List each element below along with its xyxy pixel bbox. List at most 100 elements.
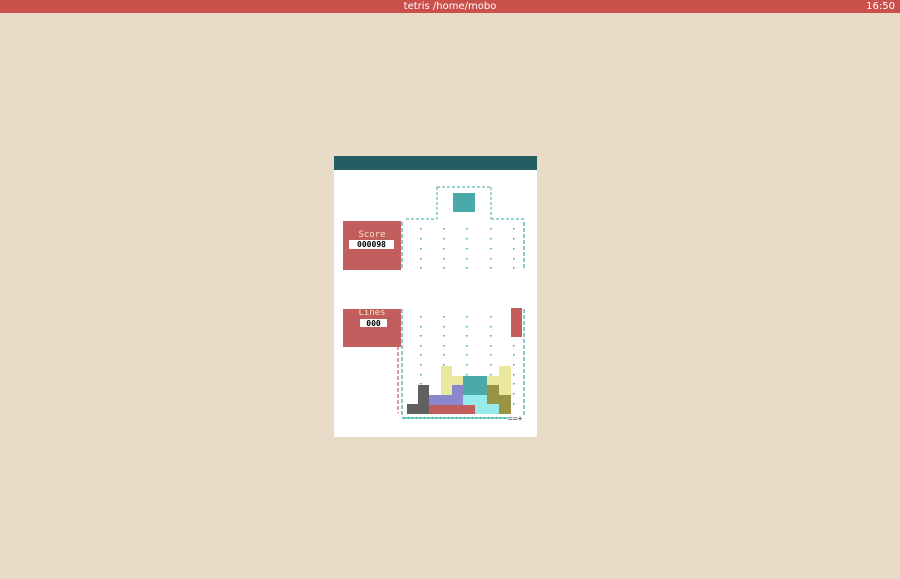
grid-dot <box>466 316 468 318</box>
grid-dot <box>490 364 492 366</box>
grid-dot <box>490 267 492 269</box>
grid-dot <box>490 228 492 230</box>
grid-dot <box>420 238 422 240</box>
grid-dot <box>420 326 422 328</box>
floor-dot <box>424 417 426 419</box>
floor-dot <box>452 417 454 419</box>
grid-dot <box>513 393 515 395</box>
grid-dot <box>443 364 445 366</box>
grid-dot <box>466 374 468 376</box>
olive-block <box>499 395 511 414</box>
floor-dot <box>460 417 462 419</box>
floor-dot <box>480 417 482 419</box>
floor-dot <box>472 417 474 419</box>
floor-dot <box>436 417 438 419</box>
floor-dot <box>504 417 506 419</box>
board-corner-mark: ==+ <box>508 414 523 423</box>
floor-dot <box>488 417 490 419</box>
purple-block <box>452 385 463 395</box>
grid-dot <box>420 316 422 318</box>
grid-dot <box>443 248 445 250</box>
grid-dot <box>513 345 515 347</box>
floor-dot <box>416 417 418 419</box>
grid-dot <box>420 267 422 269</box>
grid-dot <box>513 354 515 356</box>
floor-dot <box>428 417 430 419</box>
falling-piece <box>511 308 522 337</box>
grid-dot <box>420 354 422 356</box>
grid-dot <box>513 267 515 269</box>
red-block <box>429 405 475 414</box>
grid-dot <box>466 345 468 347</box>
teal-block <box>463 376 487 395</box>
grid-dot <box>490 248 492 250</box>
clock: 16:50 <box>866 1 895 12</box>
grid-dot <box>490 238 492 240</box>
cyan-block <box>463 395 475 405</box>
grid-dot <box>490 335 492 337</box>
grid-dot <box>466 228 468 230</box>
grid-dot <box>443 354 445 356</box>
grid-dot <box>466 238 468 240</box>
grid-dot <box>466 326 468 328</box>
grid-dot <box>466 335 468 337</box>
yellow-block <box>487 376 499 385</box>
grid-dot <box>466 267 468 269</box>
grid-dot <box>420 383 422 385</box>
floor-dot <box>468 417 470 419</box>
grid-dot <box>420 345 422 347</box>
floor-dot <box>456 417 458 419</box>
grid-dot <box>443 335 445 337</box>
floor-dot <box>500 417 502 419</box>
grid-dot <box>443 316 445 318</box>
grid-dot <box>443 258 445 260</box>
floor-dot <box>420 417 422 419</box>
grid-dot <box>420 258 422 260</box>
grid-dot <box>420 228 422 230</box>
grid-dot <box>490 374 492 376</box>
yellow-block <box>499 366 511 395</box>
floor-dot <box>444 417 446 419</box>
yellow-block <box>452 376 463 385</box>
grid-dot <box>490 258 492 260</box>
grid-dot <box>513 248 515 250</box>
cyan-block <box>475 395 487 414</box>
grid-dot <box>420 374 422 376</box>
grid-dot <box>420 248 422 250</box>
floor-dot <box>484 417 486 419</box>
grid-dot <box>420 335 422 337</box>
floor-dot <box>448 417 450 419</box>
grid-dot <box>466 364 468 366</box>
window-title: tetris /home/mobo <box>403 1 497 12</box>
block-stack <box>407 366 511 414</box>
grid-dot <box>443 345 445 347</box>
grid-dot <box>513 364 515 366</box>
grid-dot <box>490 326 492 328</box>
grid-dot <box>466 354 468 356</box>
floor-dot <box>464 417 466 419</box>
grid-dot <box>513 383 515 385</box>
dark-gray-block <box>407 404 429 414</box>
grid-dot <box>420 364 422 366</box>
floor-dot <box>404 417 406 419</box>
grid-dot <box>513 228 515 230</box>
floor-dot <box>412 417 414 419</box>
grid-dot <box>443 238 445 240</box>
top-bar: tetris /home/mobo 16:50 <box>0 0 900 13</box>
grid-dot <box>466 248 468 250</box>
floor-dot <box>496 417 498 419</box>
floor-dot <box>432 417 434 419</box>
dark-gray-block <box>418 385 429 404</box>
olive-block <box>487 385 499 404</box>
playfield-graphics: ==+ <box>397 186 525 423</box>
grid-dot <box>443 326 445 328</box>
floor-dot <box>476 417 478 419</box>
grid-dot <box>466 258 468 260</box>
yellow-block <box>441 366 452 395</box>
grid-dot <box>513 258 515 260</box>
next-piece <box>453 193 475 212</box>
tetris-window[interactable]: Score 000098 Lines 000 ==+ <box>334 156 537 437</box>
grid-dot <box>490 354 492 356</box>
floor-dot <box>492 417 494 419</box>
grid-dot <box>513 403 515 405</box>
